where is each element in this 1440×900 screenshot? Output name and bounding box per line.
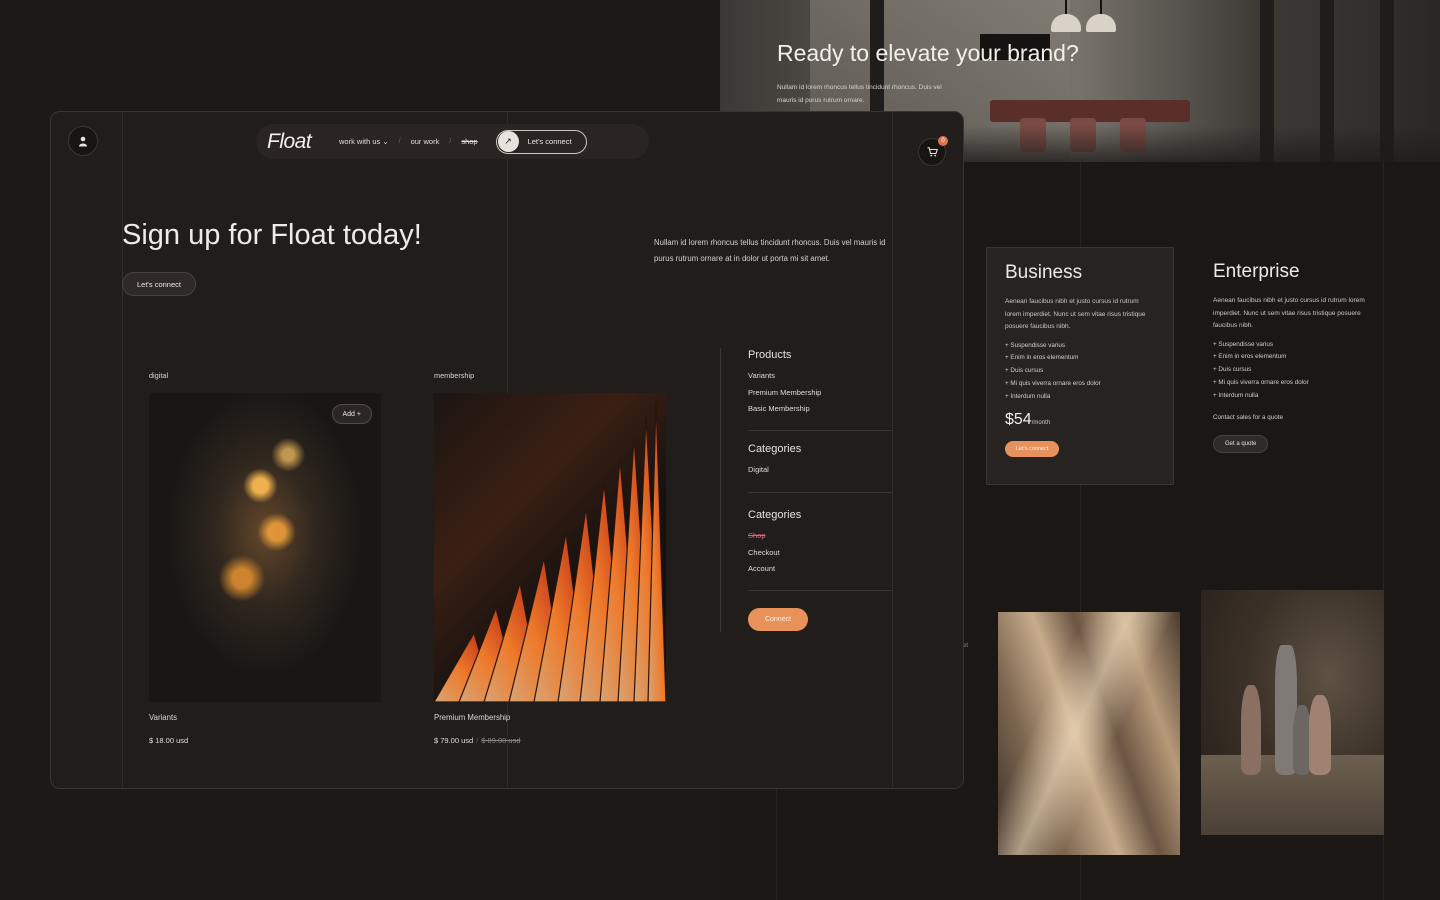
connect-button[interactable]: Connect [748, 608, 808, 631]
menu-separator [748, 430, 892, 431]
pricing-card-enterprise: Enterprise Aenean faucibus nibh et justo… [1195, 247, 1383, 485]
connect-label: Let's connect [527, 137, 572, 146]
menu-pages: Categories Shop Checkout Account [748, 509, 892, 578]
intro-text: Nullam id lorem rhoncus tellus tincidunt… [654, 238, 886, 263]
add-to-cart-button[interactable]: Add + [331, 404, 372, 424]
menu-categories: Categories Digital [748, 443, 892, 479]
price-period: /month [1031, 420, 1051, 427]
old-price: $ 89.00 usd [481, 736, 521, 745]
lets-connect-nav-button[interactable]: ↗ Let's connect [495, 129, 587, 154]
menu-title: Products [748, 349, 792, 361]
get-quote-button[interactable]: Get a quote [1213, 435, 1269, 454]
page-title: Sign up for Float today! [122, 219, 422, 251]
product-image-fan[interactable] [434, 393, 666, 702]
plan-title: Business [1005, 262, 1083, 283]
cart-count-badge: 0 [938, 136, 948, 146]
plan-title: Enterprise [1213, 261, 1300, 282]
feature-item: + Suspendisse varius [1005, 341, 1066, 349]
menu-link-checkout[interactable]: Checkout [748, 545, 892, 562]
feature-list: + Suspendisse varius + Enim in eros elem… [1213, 339, 1365, 403]
feature-item: + Enim in eros elementum [1213, 353, 1287, 361]
menu-link-basic-membership[interactable]: Basic Membership [748, 401, 892, 418]
nav-our-work[interactable]: our work [411, 137, 440, 146]
lets-connect-button[interactable]: Let's connect [1005, 441, 1060, 458]
nav-work-with-us[interactable]: work with us ⌄ [339, 137, 389, 146]
top-nav: Float work with us ⌄ / our work / shop ↗… [256, 124, 649, 159]
user-icon[interactable] [68, 126, 98, 156]
feature-item: + Mi quis viverra ornare eros dolor [1213, 378, 1309, 386]
menu-title: Categories [748, 443, 802, 455]
plan-description: Aenean faucibus nibh et justo cursus id … [1005, 298, 1146, 330]
hero-title: Ready to elevate your brand? [777, 40, 1079, 66]
menu-divider [720, 348, 721, 632]
feature-item: + Enim in eros elementum [1005, 354, 1079, 362]
menu-link-digital[interactable]: Digital [748, 462, 892, 479]
feature-item: + Interdum nulla [1213, 391, 1259, 399]
menu-separator [748, 590, 892, 591]
product-price: $ 79.00 usd / $ 89.00 usd [434, 736, 521, 745]
cart-icon[interactable]: 0 [918, 136, 948, 166]
silk-image [998, 612, 1180, 855]
hero-text: Nullam id lorem rhoncus tellus tincidunt… [777, 84, 942, 104]
main-panel: Float work with us ⌄ / our work / shop ↗… [50, 111, 964, 789]
product-image-sparks[interactable]: Add + [149, 393, 381, 702]
pricing-card-business: Business Aenean faucibus nibh et justo c… [986, 247, 1174, 485]
arrow-up-right-icon: ↗ [497, 131, 519, 152]
menu-link-account[interactable]: Account [748, 561, 892, 578]
feature-item: + Duis cursus [1005, 367, 1044, 375]
feature-list: + Suspendisse varius + Enim in eros elem… [1005, 340, 1155, 404]
menu-link-variants[interactable]: Variants [748, 368, 892, 385]
menu-link-premium-membership[interactable]: Premium Membership [748, 385, 892, 402]
feature-item: + Duis cursus [1213, 366, 1252, 374]
product-category: digital [149, 371, 169, 380]
nav-separator: / [398, 138, 401, 145]
product-name[interactable]: Premium Membership [434, 713, 510, 722]
nav-shop[interactable]: shop [461, 137, 477, 146]
contact-sales-text: Contact sales for a quote [1213, 414, 1284, 422]
vases-image [1201, 590, 1384, 835]
feature-item: + Suspendisse varius [1213, 340, 1274, 348]
fan-graphic [434, 400, 666, 702]
plan-description: Aenean faucibus nibh et justo cursus id … [1213, 297, 1365, 329]
logo[interactable]: Float [267, 130, 339, 154]
price-separator: / [476, 736, 479, 745]
product-category: membership [434, 371, 475, 380]
product-name[interactable]: Variants [149, 713, 177, 722]
plan-price: $54/month [1005, 411, 1155, 429]
menu-title: Categories [748, 509, 802, 521]
current-price: $ 79.00 usd [434, 736, 474, 745]
menu-link-shop[interactable]: Shop [748, 528, 892, 545]
nav-separator: / [449, 138, 452, 145]
feature-item: + Interdum nulla [1005, 392, 1051, 400]
price-value: $54 [1005, 411, 1032, 429]
product-price: $ 18.00 usd [149, 736, 189, 745]
lets-connect-button[interactable]: Let's connect [122, 272, 196, 296]
menu-separator [748, 492, 892, 493]
menu-products: Products Variants Premium Membership Bas… [748, 349, 892, 418]
feature-item: + Mi quis viverra ornare eros dolor [1005, 379, 1101, 387]
